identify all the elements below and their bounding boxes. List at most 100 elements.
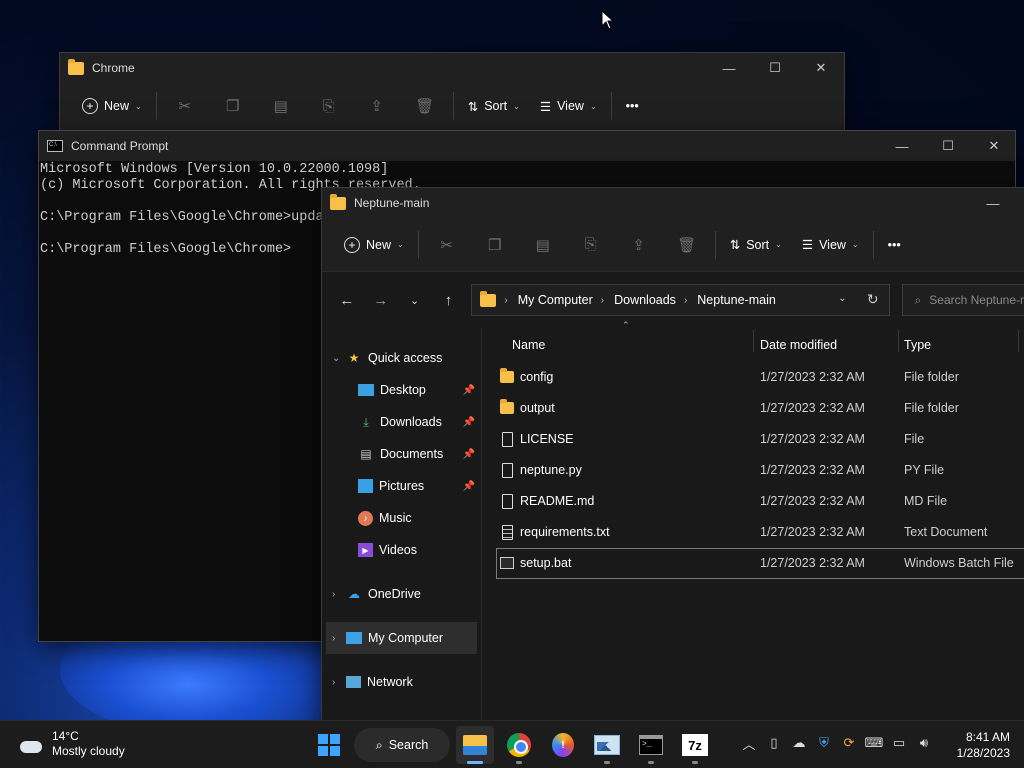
nav-my-computer[interactable]: › My Computer [326, 622, 477, 654]
maximize-button[interactable]: ☐ [925, 131, 971, 161]
nav-network[interactable]: › Network [322, 666, 481, 698]
nav-quick-access[interactable]: ⌄ ★ Quick access [322, 342, 481, 374]
expand-chevron-icon[interactable]: › [332, 633, 346, 644]
weather-widget[interactable]: 14°C Mostly cloudy [18, 729, 125, 759]
delete-icon[interactable]: 🗑 [401, 90, 449, 122]
start-button[interactable] [310, 726, 348, 764]
address-dropdown-icon[interactable]: ⌄ [838, 293, 846, 304]
pin-icon[interactable]: 📌 [463, 385, 475, 396]
taskbar-shield-app[interactable]: ! [544, 726, 582, 764]
file-row[interactable]: neptune.py 1/27/2023 2:32 AM PY File [482, 455, 1024, 486]
column-name[interactable]: Name [512, 328, 545, 362]
column-divider[interactable] [753, 330, 754, 352]
new-button[interactable]: + New ⌄ [334, 229, 414, 261]
pin-icon[interactable]: 📌 [463, 417, 475, 428]
minimize-button[interactable]: — [970, 188, 1016, 218]
nav-downloads[interactable]: ⤓ Downloads 📌 [322, 406, 481, 438]
new-button[interactable]: + New ⌄ [72, 90, 152, 122]
expand-chevron-icon[interactable]: › [332, 677, 346, 688]
paste-icon[interactable]: ▤ [257, 90, 305, 122]
recent-locations-chevron-icon[interactable]: ⌄ [398, 285, 432, 315]
nav-onedrive[interactable]: › ☁ OneDrive [322, 578, 481, 610]
file-row-selected[interactable]: setup.bat 1/27/2023 2:32 AM Windows Batc… [496, 548, 1024, 579]
nav-label: OneDrive [368, 587, 421, 601]
rename-icon[interactable]: ⎘ [305, 90, 353, 122]
tablet-icon[interactable]: ▯ [765, 733, 783, 753]
paste-icon[interactable]: ▤ [519, 229, 567, 261]
title-bar[interactable]: Neptune-main [322, 188, 1024, 218]
nav-pictures[interactable]: Pictures 📌 [322, 470, 481, 502]
refresh-icon[interactable]: ↻ [867, 291, 879, 308]
nav-videos[interactable]: ▶ Videos [322, 534, 481, 566]
share-icon[interactable]: ⇪ [615, 229, 663, 261]
column-divider[interactable] [1018, 330, 1019, 352]
up-arrow-icon[interactable]: ↑ [432, 285, 466, 315]
clock[interactable]: 8:41 AM 1/28/2023 [957, 729, 1010, 761]
file-row[interactable]: requirements.txt 1/27/2023 2:32 AM Text … [482, 517, 1024, 548]
view-button[interactable]: ☰ View ⌄ [792, 229, 869, 261]
network-monitor-icon[interactable]: ▭ [890, 733, 908, 753]
explorer-window-chrome[interactable]: Chrome — ☐ ✕ + New ⌄ ✂ ❐ ▤ ⎘ ⇪ 🗑 ⇅ Sort … [59, 52, 845, 142]
file-icon [502, 463, 513, 478]
cmd-icon: C:\ [47, 140, 63, 152]
search-box[interactable]: ⌕ Search Neptune-main [901, 284, 1024, 316]
folder-icon [500, 368, 514, 383]
volume-icon[interactable]: 🔊︎ [915, 733, 933, 753]
breadcrumb-downloads[interactable]: Downloads [614, 293, 676, 307]
column-type[interactable]: Type [904, 328, 931, 362]
more-options-button[interactable]: ••• [616, 90, 649, 122]
search-icon: ⌕ [375, 737, 383, 752]
taskbar-command-prompt[interactable]: >_ [632, 726, 670, 764]
minimize-button[interactable]: — [706, 53, 752, 83]
expand-chevron-icon[interactable]: ⌄ [332, 353, 346, 364]
title-bar[interactable]: C:\ Command Prompt [39, 131, 1015, 161]
column-divider[interactable] [898, 330, 899, 352]
file-row[interactable]: LICENSE 1/27/2023 2:32 AM File [482, 424, 1024, 455]
breadcrumb-my-computer[interactable]: My Computer [518, 293, 593, 307]
sort-button[interactable]: ⇅ Sort ⌄ [458, 90, 530, 122]
forward-arrow-icon[interactable]: → [364, 285, 398, 315]
delete-icon[interactable]: 🗑 [663, 229, 711, 261]
more-options-button[interactable]: ••• [878, 229, 911, 261]
pin-icon[interactable]: 📌 [463, 449, 475, 460]
rename-icon[interactable]: ⎘ [567, 229, 615, 261]
close-button[interactable]: ✕ [971, 131, 1017, 161]
terminal-icon: >_ [639, 735, 663, 755]
expand-chevron-icon[interactable]: › [332, 589, 346, 600]
cut-icon[interactable]: ✂ [161, 90, 209, 122]
address-bar[interactable]: › My Computer › Downloads › Neptune-main… [471, 284, 890, 316]
breadcrumb-neptune-main[interactable]: Neptune-main [697, 293, 776, 307]
nav-music[interactable]: ♪ Music [322, 502, 481, 534]
chevron-up-icon[interactable]: ︿ [740, 733, 758, 753]
explorer-window-neptune-main[interactable]: Neptune-main — + New ⌄ ✂ ❐ ▤ ⎘ ⇪ 🗑 ⇅ Sor… [321, 187, 1024, 727]
taskbar-file-explorer[interactable] [456, 726, 494, 764]
copy-icon[interactable]: ❐ [209, 90, 257, 122]
cloud-offline-icon[interactable]: ☁ [790, 733, 808, 753]
defender-shield-icon[interactable]: ⛨ [815, 733, 833, 753]
taskbar-7zip[interactable]: 7z [676, 726, 714, 764]
taskbar-chrome[interactable] [500, 726, 538, 764]
pin-icon[interactable]: 📌 [463, 481, 475, 492]
cloud-icon: ☁ [348, 587, 360, 601]
cut-icon[interactable]: ✂ [423, 229, 471, 261]
update-icon[interactable]: ⟳ [840, 733, 858, 753]
copy-icon[interactable]: ❐ [471, 229, 519, 261]
nav-documents[interactable]: ▤ Documents 📌 [322, 438, 481, 470]
running-indicator [648, 761, 654, 764]
taskbar-resource-monitor[interactable] [588, 726, 626, 764]
back-arrow-icon[interactable]: ← [330, 285, 364, 315]
file-row[interactable]: README.md 1/27/2023 2:32 AM MD File [482, 486, 1024, 517]
column-date-modified[interactable]: Date modified [760, 328, 837, 362]
nav-desktop[interactable]: Desktop 📌 [322, 374, 481, 406]
keyboard-icon[interactable]: ⌨ [865, 733, 884, 753]
file-row[interactable]: config 1/27/2023 2:32 AM File folder [482, 362, 1024, 393]
sort-button[interactable]: ⇅ Sort ⌄ [720, 229, 792, 261]
close-button[interactable]: ✕ [798, 53, 844, 83]
minimize-button[interactable]: — [879, 131, 925, 161]
file-row[interactable]: output 1/27/2023 2:32 AM File folder [482, 393, 1024, 424]
chevron-down-icon: ⌄ [775, 240, 782, 249]
share-icon[interactable]: ⇪ [353, 90, 401, 122]
maximize-button[interactable]: ☐ [752, 53, 798, 83]
view-button[interactable]: ☰ View ⌄ [530, 90, 607, 122]
taskbar-search-button[interactable]: ⌕ Search [354, 728, 450, 762]
